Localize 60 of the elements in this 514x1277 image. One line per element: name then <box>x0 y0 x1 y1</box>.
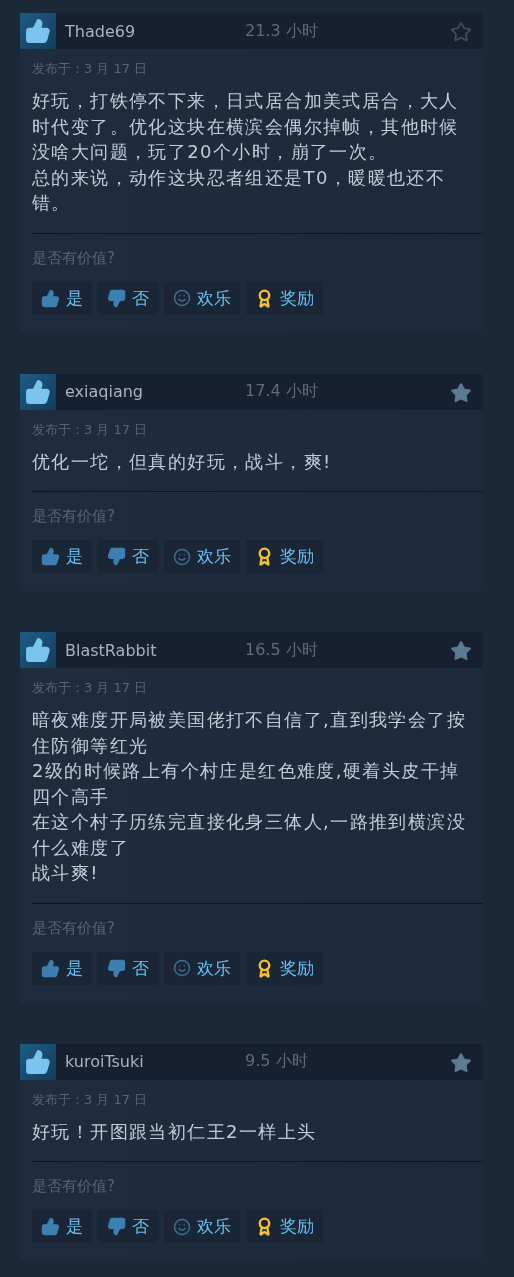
thumbs-down-icon <box>107 547 126 566</box>
helpful-question: 是否有价值? <box>32 507 116 526</box>
author-name[interactable]: exiaqiang <box>65 382 245 401</box>
yes-button[interactable]: 是 <box>32 951 92 985</box>
funny-button[interactable]: 欢乐 <box>164 281 240 315</box>
award-button[interactable]: 奖励 <box>246 951 323 985</box>
playtime: 21.3 小时 <box>245 20 318 42</box>
smiley-icon <box>173 289 191 307</box>
review-paragraph: 总的来说，动作这块忍者组还是T0，暖暖也还不错。 <box>32 165 447 215</box>
thumbs-down-icon <box>107 1217 126 1236</box>
author-name[interactable]: BlastRabbit <box>65 640 245 660</box>
no-button[interactable]: 否 <box>98 951 158 985</box>
yes-button[interactable]: 是 <box>32 540 92 573</box>
star-icon[interactable] <box>450 381 472 404</box>
yes-button[interactable]: 是 <box>32 281 92 315</box>
star-icon[interactable] <box>450 1051 472 1074</box>
helpful-question: 是否有价值? <box>32 1177 116 1196</box>
posted-date: 发布于：3 月 17 日 <box>32 60 149 78</box>
review-paragraph: 暗夜难度开局被美国佬打不自信了,直到我学会了按住防御等红光 <box>32 708 467 758</box>
smiley-icon <box>173 547 191 566</box>
funny-button[interactable]: 欢乐 <box>164 951 240 985</box>
smiley-icon <box>173 1217 191 1236</box>
thumbs-up-icon <box>41 958 60 978</box>
award-button[interactable]: 奖励 <box>246 1210 323 1243</box>
playtime: 17.4 小时 <box>245 381 318 402</box>
posted-date: 发布于：3 月 17 日 <box>32 1090 149 1109</box>
thumbs-up-avatar-icon <box>20 13 56 49</box>
thumbs-up-avatar-icon <box>20 632 56 668</box>
posted-date: 发布于：3 月 17 日 <box>32 420 149 439</box>
helpful-question: 是否有价值? <box>32 248 116 268</box>
review-paragraph: 在这个村子历练完直接化身三体人,一路推到横滨没什么难度了 <box>32 810 467 860</box>
award-button[interactable]: 奖励 <box>246 281 323 315</box>
thumbs-up-icon <box>41 1217 60 1236</box>
no-button[interactable]: 否 <box>98 281 158 315</box>
no-button[interactable]: 否 <box>98 540 158 573</box>
review-paragraph: 战斗爽! <box>32 861 100 885</box>
star-icon[interactable] <box>450 640 472 662</box>
review-paragraph: 好玩！开图跟当初仁王2一样上头 <box>32 1119 318 1144</box>
no-button[interactable]: 否 <box>98 1210 158 1243</box>
award-button[interactable]: 奖励 <box>246 540 323 573</box>
posted-date: 发布于：3 月 17 日 <box>32 679 149 697</box>
review-paragraph: 2级的时候路上有个村庄是红色难度,硬着头皮干掉四个高手 <box>32 759 461 809</box>
thumbs-up-icon <box>41 288 60 308</box>
star-icon[interactable] <box>450 21 472 43</box>
review-paragraph: 优化一坨，但真的好玩，战斗，爽! <box>32 449 333 474</box>
thumbs-up-avatar-icon <box>20 1043 56 1080</box>
review-paragraph: 好玩，打铁停不下来，日式居合加美式居合，大人时代变了。优化这块在横滨会偶尔掉帧，其他时候没啥大问题，玩了20个小时，崩了一次。 <box>32 89 460 164</box>
helpful-question: 是否有价值? <box>32 918 116 938</box>
funny-button[interactable]: 欢乐 <box>164 1210 240 1243</box>
thumbs-up-avatar-icon <box>20 373 56 410</box>
thumbs-up-icon <box>41 547 60 566</box>
funny-button[interactable]: 欢乐 <box>164 540 240 573</box>
thumbs-down-icon <box>107 288 126 308</box>
yes-button[interactable]: 是 <box>32 1210 92 1243</box>
playtime: 9.5 小时 <box>245 1051 308 1072</box>
thumbs-down-icon <box>107 958 126 978</box>
author-name[interactable]: Thade69 <box>65 21 245 41</box>
author-name[interactable]: kuroiTsuki <box>65 1052 245 1071</box>
playtime: 16.5 小时 <box>245 639 318 661</box>
smiley-icon <box>173 959 191 977</box>
